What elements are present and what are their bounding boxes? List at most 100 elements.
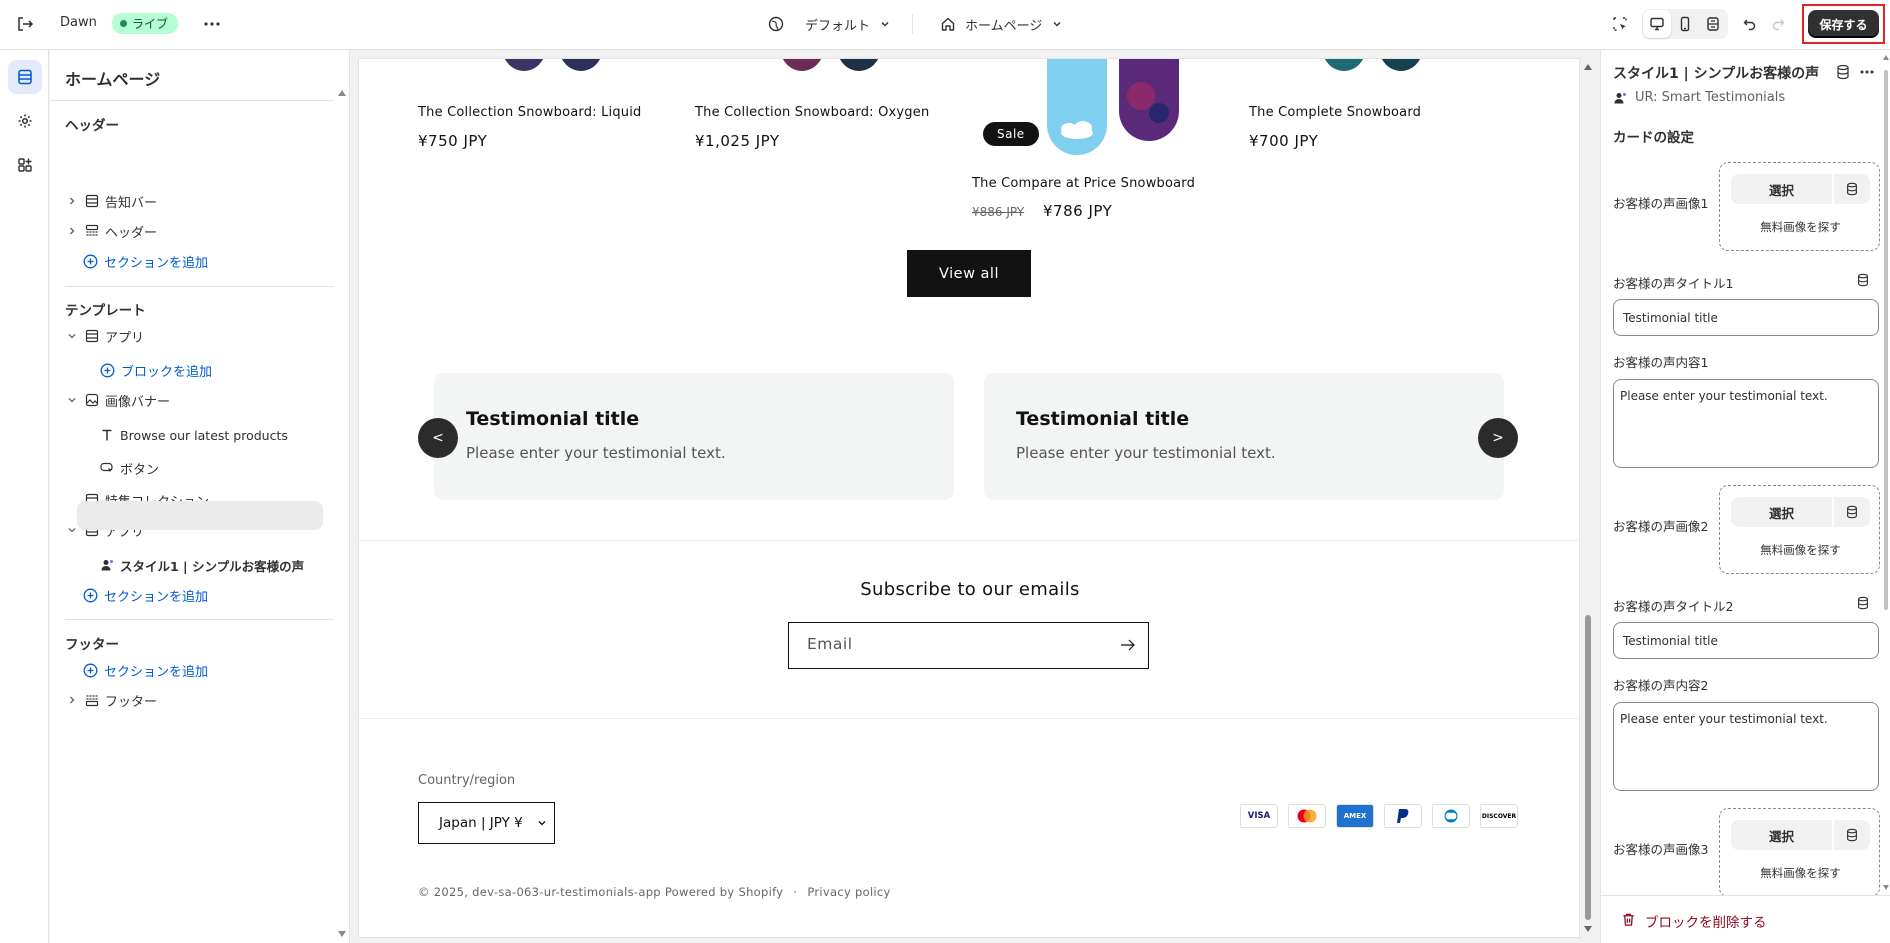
product-title[interactable]: The Collection Snowboard: Oxygen: [695, 105, 929, 120]
product-image-complete[interactable]: [1319, 58, 1429, 74]
live-dot-icon: [120, 20, 127, 27]
chevron-right-icon[interactable]: [65, 196, 79, 206]
paypal-icon: [1384, 804, 1422, 828]
button-icon: [100, 461, 114, 475]
footer-layout-icon: [85, 693, 99, 707]
chevron-down-icon[interactable]: [65, 395, 79, 405]
select-image-button[interactable]: 選択: [1731, 497, 1832, 527]
country-value: Japan | JPY ¥: [439, 815, 523, 831]
plus-circle-icon: [83, 254, 98, 269]
block-browse-text[interactable]: Browse our latest products: [100, 421, 288, 449]
block-testimonials-selected[interactable]: スタイル1 | シンプルお客様の声: [100, 551, 304, 579]
settings-scrollbar[interactable]: [1882, 50, 1890, 895]
desktop-view-icon[interactable]: [1643, 10, 1671, 38]
select-image-button[interactable]: 選択: [1731, 174, 1832, 204]
find-free-images-link[interactable]: 無料画像を探す: [1720, 542, 1881, 558]
more-actions-icon[interactable]: [201, 13, 223, 35]
divider: [359, 540, 1579, 541]
mobile-view-icon[interactable]: [1671, 10, 1699, 38]
database-icon[interactable]: [1856, 273, 1870, 287]
block-button[interactable]: ボタン: [100, 454, 159, 482]
find-free-images-link[interactable]: 無料画像を探す: [1720, 219, 1881, 235]
content2-label: お客様の声内容2: [1613, 678, 1709, 693]
person-icon: [1613, 91, 1627, 105]
separator-dot: ·: [793, 885, 798, 899]
exit-icon[interactable]: [14, 13, 36, 35]
add-section-button[interactable]: セクションを追加: [83, 247, 208, 275]
add-section-button[interactable]: セクションを追加: [83, 656, 208, 684]
product-title[interactable]: The Complete Snowboard: [1249, 105, 1421, 120]
country-selector[interactable]: Japan | JPY ¥: [418, 802, 555, 844]
section-label: 告知バー: [105, 195, 158, 211]
undo-icon[interactable]: [1736, 10, 1764, 38]
preview-scrollbar[interactable]: [1583, 60, 1593, 938]
add-section-button[interactable]: セクションを追加: [83, 581, 208, 609]
section-announcement-bar[interactable]: 告知バー: [65, 187, 157, 215]
top-bar: Dawn ライブ デフォルト ホームページ 保存する: [0, 0, 1890, 50]
section-app[interactable]: アプリ: [65, 322, 144, 350]
product-image-oxygen[interactable]: [777, 58, 887, 74]
image3-picker: 選択 無料画像を探す: [1719, 808, 1880, 897]
page-selector[interactable]: ホームページ: [940, 12, 1063, 36]
sections-icon[interactable]: [8, 60, 42, 94]
image1-picker: 選択 無料画像を探す: [1719, 162, 1880, 251]
fullscreen-view-icon[interactable]: [1699, 10, 1727, 38]
market-selector[interactable]: デフォルト: [768, 12, 891, 36]
content1-textarea[interactable]: Please enter your testimonial text.: [1613, 379, 1879, 468]
storefront-preview: The Collection Snowboard: Liquid ¥750 JP…: [358, 58, 1580, 938]
product-price: ¥786 JPY: [1043, 202, 1113, 220]
carousel-next-button[interactable]: >: [1478, 418, 1518, 458]
newsletter-email-input[interactable]: Email: [788, 622, 1149, 669]
copyright: © 2025, dev-sa-063-ur-testimonials-app P…: [418, 885, 891, 899]
title1-input[interactable]: Testimonial title: [1613, 299, 1879, 336]
chevron-right-icon[interactable]: [65, 226, 79, 236]
database-icon[interactable]: [1834, 497, 1870, 527]
sections-panel: ホームページ ヘッダー 告知バー ヘッダー セクションを追加 テンプレート アプ…: [50, 50, 350, 943]
testimonial-text: Please enter your testimonial text.: [466, 444, 726, 462]
product-title[interactable]: The Compare at Price Snowboard: [972, 176, 1195, 191]
section-header[interactable]: ヘッダー: [65, 217, 157, 245]
live-badge: ライブ: [112, 13, 179, 34]
add-block-button[interactable]: ブロックを追加: [100, 356, 212, 384]
database-icon[interactable]: [1834, 820, 1870, 850]
product-image-liquid[interactable]: [499, 58, 609, 74]
apps-icon[interactable]: [8, 148, 42, 182]
inspector-icon[interactable]: [1606, 10, 1634, 38]
arrow-right-icon[interactable]: [1120, 638, 1136, 652]
chevron-down-icon: [537, 818, 547, 828]
database-icon[interactable]: [1834, 174, 1870, 204]
title2-input[interactable]: Testimonial title: [1613, 622, 1879, 659]
privacy-policy-link[interactable]: Privacy policy: [807, 885, 890, 899]
section-label: フッター: [105, 694, 158, 710]
database-icon[interactable]: [1835, 64, 1851, 80]
testimonial-card: Testimonial title Please enter your test…: [434, 373, 954, 500]
chevron-down-icon[interactable]: [65, 331, 79, 341]
chevron-down-icon[interactable]: [65, 525, 79, 535]
add-section-label: セクションを追加: [104, 664, 209, 680]
redo-icon[interactable]: [1764, 10, 1792, 38]
mastercard-icon: [1288, 804, 1326, 828]
image2-label: お客様の声画像2: [1613, 519, 1709, 534]
section-footer[interactable]: フッター: [65, 686, 157, 714]
product-title[interactable]: The Collection Snowboard: Liquid: [418, 105, 641, 120]
chevron-down-icon: [1051, 18, 1063, 30]
view-all-button[interactable]: View all: [907, 250, 1031, 297]
carousel-prev-button[interactable]: <: [418, 418, 458, 458]
toolbar: [1606, 9, 1792, 39]
delete-block-label: ブロックを削除する: [1645, 915, 1767, 931]
sale-badge: Sale: [983, 122, 1039, 146]
testimonial-text: Please enter your testimonial text.: [1016, 444, 1276, 462]
select-image-button[interactable]: 選択: [1731, 820, 1832, 850]
email-placeholder: Email: [807, 635, 853, 653]
content2-textarea[interactable]: Please enter your testimonial text.: [1613, 702, 1879, 791]
settings-gear-icon[interactable]: [8, 104, 42, 138]
visa-icon: VISA: [1240, 804, 1278, 828]
find-free-images-link[interactable]: 無料画像を探す: [1720, 865, 1881, 881]
save-button[interactable]: 保存する: [1808, 10, 1879, 38]
database-icon[interactable]: [1856, 596, 1870, 610]
section-image-banner[interactable]: 画像バナー: [65, 386, 170, 414]
chevron-right-icon[interactable]: [65, 695, 79, 705]
more-actions-icon[interactable]: [1859, 64, 1875, 80]
panel-scrollbar[interactable]: [337, 86, 347, 941]
delete-block-button[interactable]: ブロックを削除する: [1601, 895, 1890, 943]
